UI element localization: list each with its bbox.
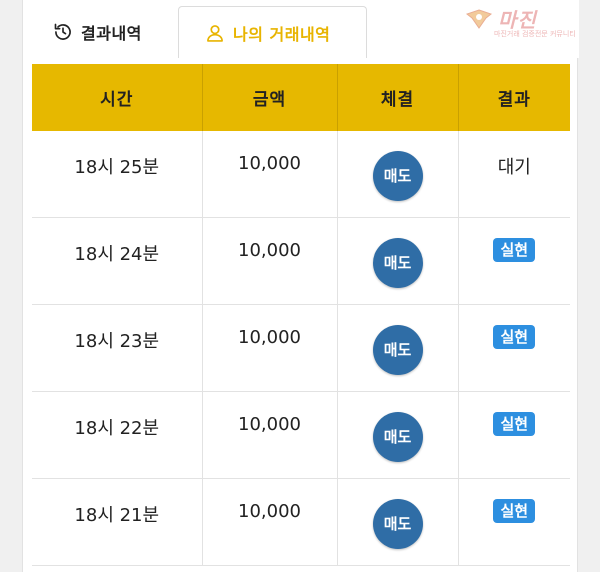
table-row[interactable]: 18시 25분 10,000 매도 대기	[32, 131, 570, 218]
result-cell: 대기	[458, 131, 570, 218]
tab-results-label: 결과내역	[81, 24, 142, 43]
trades-table: 시간 금액 체결 결과 18시 25분 10,000 매도 대기 18시 24분…	[32, 64, 570, 566]
column-header-execution: 체결	[337, 64, 459, 131]
execution-cell: 매도	[337, 478, 459, 566]
amount-text: 10,000	[238, 327, 301, 348]
execution-cell: 매도	[337, 217, 459, 305]
wing-emblem-icon	[465, 9, 493, 29]
execution-cell: 매도	[337, 304, 459, 392]
watermark-subtext: 마진거래 검증전문 커뮤니티	[494, 30, 576, 38]
realized-badge: 실현	[493, 412, 536, 436]
amount-cell: 10,000	[202, 304, 338, 392]
time-text: 18시 21분	[74, 505, 160, 526]
realized-badge: 실현	[493, 325, 536, 349]
realized-badge: 실현	[493, 238, 536, 262]
result-cell: 실현	[458, 478, 570, 566]
time-text: 18시 22분	[74, 418, 160, 439]
tab-my-trades[interactable]: 나의 거래내역	[178, 6, 367, 58]
history-icon	[53, 22, 73, 42]
amount-text: 10,000	[238, 240, 301, 261]
amount-text: 10,000	[238, 501, 301, 522]
time-text: 18시 23분	[74, 331, 160, 352]
time-cell: 18시 22분	[32, 391, 203, 479]
amount-cell: 10,000	[202, 217, 338, 305]
result-cell: 실현	[458, 391, 570, 479]
table-row[interactable]: 18시 23분 10,000 매도 실현	[32, 304, 570, 392]
sell-badge: 매도	[372, 325, 423, 375]
time-text: 18시 24분	[74, 244, 160, 265]
tab-my-trades-label: 나의 거래내역	[233, 24, 331, 44]
time-cell: 18시 24분	[32, 217, 203, 305]
app-frame: 결과내역 나의 거래내역 시간 금액 체결 결과 18시 25분 10,000 …	[22, 0, 579, 572]
table-header-row: 시간 금액 체결 결과	[32, 64, 570, 131]
execution-cell: 매도	[337, 391, 459, 479]
amount-cell: 10,000	[202, 478, 338, 566]
pending-status: 대기	[497, 157, 531, 178]
realized-badge: 실현	[493, 499, 536, 523]
tab-results-history[interactable]: 결과내역	[23, 6, 177, 58]
execution-cell: 매도	[337, 131, 459, 218]
time-cell: 18시 21분	[32, 478, 203, 566]
watermark-logo: 마진 마진거래 검증전문 커뮤니티	[464, 4, 592, 38]
amount-cell: 10,000	[202, 131, 338, 218]
time-cell: 18시 25분	[32, 131, 203, 218]
result-cell: 실현	[458, 217, 570, 305]
result-cell: 실현	[458, 304, 570, 392]
table-row[interactable]: 18시 21분 10,000 매도 실현	[32, 478, 570, 566]
sell-badge: 매도	[372, 238, 423, 288]
sell-badge: 매도	[372, 412, 423, 462]
time-cell: 18시 23분	[32, 304, 203, 392]
sell-badge: 매도	[372, 499, 423, 549]
column-header-time: 시간	[32, 64, 203, 131]
user-icon	[205, 23, 225, 43]
sell-badge: 매도	[372, 151, 423, 201]
amount-text: 10,000	[238, 153, 301, 174]
amount-cell: 10,000	[202, 391, 338, 479]
column-header-result: 결과	[458, 64, 570, 131]
time-text: 18시 25분	[74, 157, 160, 178]
amount-text: 10,000	[238, 414, 301, 435]
table-row[interactable]: 18시 24분 10,000 매도 실현	[32, 217, 570, 305]
column-header-amount: 금액	[202, 64, 338, 131]
table-row[interactable]: 18시 22분 10,000 매도 실현	[32, 391, 570, 479]
